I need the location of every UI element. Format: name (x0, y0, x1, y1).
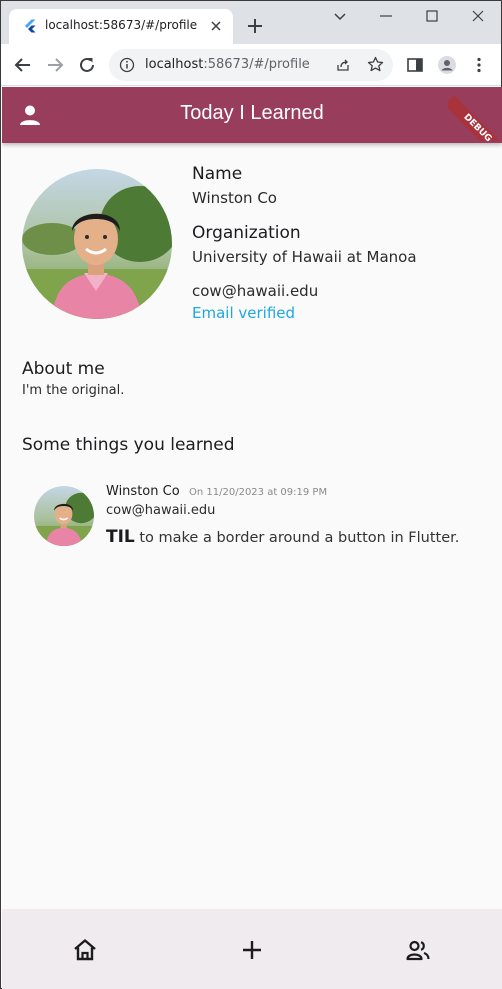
browser-toolbar: localhost:58673/#/profile (1, 44, 501, 86)
debug-label: DEBUG (448, 95, 502, 141)
organization-value: University of Hawaii at Manoa (192, 248, 417, 266)
more-menu-icon[interactable] (469, 55, 489, 75)
app-viewport: Today I Learned DEBUG Name Winston Co Or… (2, 87, 502, 989)
tab-strip: localhost:58673/#/profile (1, 1, 501, 44)
tab-title: localhost:58673/#/profile (45, 18, 198, 32)
site-info-icon[interactable] (119, 57, 135, 73)
organization-label: Organization (192, 223, 301, 243)
name-value: Winston Co (192, 189, 277, 207)
close-tab-icon[interactable] (209, 19, 223, 33)
people-icon[interactable] (405, 937, 431, 963)
til-date: On 11/20/2023 at 09:19 PM (189, 487, 328, 498)
tab-search-icon[interactable] (331, 7, 349, 25)
til-author: Winston Co (106, 484, 180, 499)
til-prefix: TIL (106, 527, 135, 547)
close-window-icon[interactable] (469, 7, 487, 25)
address-bar[interactable]: localhost:58673/#/profile (109, 49, 393, 81)
email-verified-status: Email verified (192, 304, 296, 322)
debug-banner: DEBUG (448, 87, 502, 141)
about-body: I'm the original. (22, 383, 125, 398)
til-text: TIL to make a border around a button in … (106, 527, 459, 547)
bookmark-star-icon[interactable] (367, 56, 384, 73)
profile-photo (22, 169, 172, 319)
new-tab-icon[interactable] (245, 16, 265, 36)
forward-icon[interactable] (45, 55, 65, 75)
flutter-logo-icon (25, 19, 36, 33)
til-body: to make a border around a button in Flut… (134, 530, 460, 546)
email-value: cow@hawaii.edu (192, 282, 319, 300)
bottom-nav (2, 909, 502, 989)
reload-icon[interactable] (77, 55, 97, 75)
learned-title: Some things you learned (22, 435, 235, 455)
til-email: cow@hawaii.edu (106, 503, 216, 518)
side-panel-icon[interactable] (405, 55, 425, 75)
name-label: Name (192, 164, 243, 184)
profile-avatar-icon[interactable] (437, 55, 457, 75)
add-icon[interactable] (239, 937, 265, 963)
share-icon[interactable] (335, 57, 351, 73)
author-photo (34, 486, 94, 546)
minimize-icon[interactable] (377, 7, 395, 25)
home-icon[interactable] (72, 937, 98, 963)
browser-tab[interactable]: localhost:58673/#/profile (9, 9, 233, 44)
list-item[interactable]: Winston Co On 11/20/2023 at 09:19 PM cow… (22, 475, 482, 555)
url-text: localhost:58673/#/profile (145, 57, 310, 72)
browser-window: localhost:58673/#/profile localhost:5867… (0, 0, 502, 989)
back-icon[interactable] (13, 55, 33, 75)
about-title: About me (22, 359, 105, 379)
app-bar: Today I Learned DEBUG (2, 87, 502, 143)
maximize-icon[interactable] (423, 7, 441, 25)
page-title: Today I Learned (180, 102, 324, 124)
author-avatar (34, 486, 94, 546)
profile-avatar (22, 169, 172, 319)
